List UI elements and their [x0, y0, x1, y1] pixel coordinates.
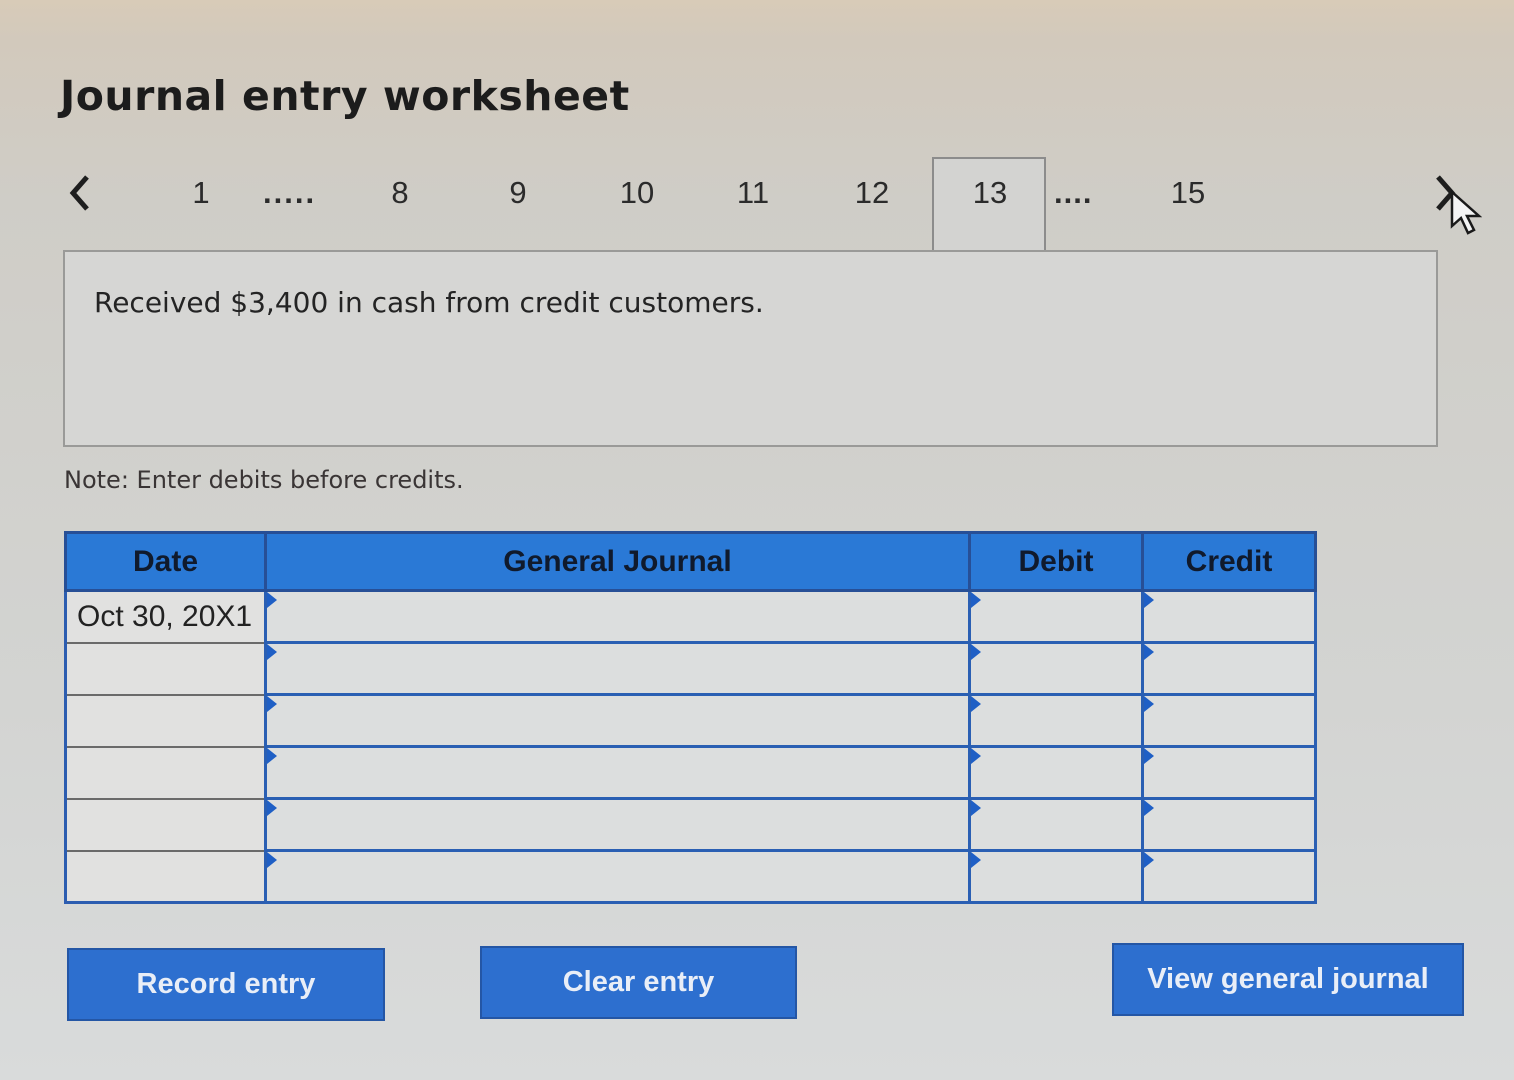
- debit-input[interactable]: [971, 696, 1141, 745]
- column-header-general-journal: General Journal: [264, 531, 971, 592]
- account-cell[interactable]: [264, 745, 971, 800]
- credit-input[interactable]: [1144, 696, 1314, 745]
- clear-entry-button[interactable]: Clear entry: [480, 946, 797, 1019]
- debit-input[interactable]: [971, 592, 1141, 641]
- flag-marker: [1144, 800, 1154, 816]
- credit-cell[interactable]: [1141, 849, 1317, 904]
- page-link[interactable]: 8: [370, 175, 430, 211]
- debit-cell[interactable]: [968, 589, 1144, 644]
- debit-input[interactable]: [971, 644, 1141, 693]
- page-link[interactable]: 12: [842, 175, 902, 211]
- flag-marker: [267, 592, 277, 608]
- account-input[interactable]: [267, 748, 968, 797]
- page-link-active[interactable]: 13: [960, 175, 1020, 211]
- debit-cell[interactable]: [968, 641, 1144, 696]
- column-header-credit: Credit: [1141, 531, 1317, 592]
- account-cell[interactable]: [264, 589, 971, 644]
- debit-cell[interactable]: [968, 693, 1144, 748]
- table-row: [64, 693, 1317, 748]
- account-cell[interactable]: [264, 693, 971, 748]
- credit-input[interactable]: [1144, 644, 1314, 693]
- pagination-ellipsis: ....: [1054, 175, 1093, 210]
- mouse-pointer-icon: [1450, 190, 1482, 235]
- flag-marker: [1144, 696, 1154, 712]
- credit-input[interactable]: [1144, 800, 1314, 849]
- credit-input[interactable]: [1144, 592, 1314, 641]
- account-input[interactable]: [267, 800, 968, 849]
- credit-cell[interactable]: [1141, 745, 1317, 800]
- credit-cell[interactable]: [1141, 641, 1317, 696]
- table-header-row: Date General Journal Debit Credit: [64, 531, 1317, 592]
- flag-marker: [267, 696, 277, 712]
- account-cell[interactable]: [264, 641, 971, 696]
- flag-marker: [971, 852, 981, 868]
- journal-table: Date General Journal Debit Credit Oct 30…: [64, 531, 1317, 904]
- table-row: [64, 641, 1317, 696]
- account-input[interactable]: [267, 852, 968, 901]
- pagination: 1 ..... 8 9 10 11 12 13 .... 15: [0, 155, 1514, 255]
- account-input[interactable]: [267, 592, 968, 641]
- flag-marker: [1144, 748, 1154, 764]
- flag-marker: [267, 852, 277, 868]
- flag-marker: [267, 748, 277, 764]
- account-input[interactable]: [267, 696, 968, 745]
- account-cell[interactable]: [264, 849, 971, 904]
- flag-marker: [971, 592, 981, 608]
- flag-marker: [267, 800, 277, 816]
- column-header-date: Date: [64, 531, 267, 592]
- date-cell: [64, 641, 267, 696]
- flag-marker: [971, 696, 981, 712]
- flag-marker: [1144, 644, 1154, 660]
- credit-input[interactable]: [1144, 748, 1314, 797]
- table-row: [64, 797, 1317, 852]
- note-text: Note: Enter debits before credits.: [64, 466, 464, 494]
- debit-input[interactable]: [971, 800, 1141, 849]
- flag-marker: [971, 748, 981, 764]
- date-cell: [64, 693, 267, 748]
- table-row: [64, 745, 1317, 800]
- column-header-debit: Debit: [968, 531, 1144, 592]
- table-row: Oct 30, 20X1: [64, 589, 1317, 644]
- credit-cell[interactable]: [1141, 693, 1317, 748]
- account-cell[interactable]: [264, 797, 971, 852]
- date-cell: [64, 849, 267, 904]
- flag-marker: [1144, 852, 1154, 868]
- page-link[interactable]: 1: [171, 175, 231, 211]
- flag-marker: [1144, 592, 1154, 608]
- credit-input[interactable]: [1144, 852, 1314, 901]
- page-link[interactable]: 9: [488, 175, 548, 211]
- debit-cell[interactable]: [968, 745, 1144, 800]
- debit-cell[interactable]: [968, 797, 1144, 852]
- debit-cell[interactable]: [968, 849, 1144, 904]
- date-cell: Oct 30, 20X1: [64, 589, 267, 644]
- transaction-description-box: [63, 250, 1438, 447]
- date-cell: [64, 745, 267, 800]
- credit-cell[interactable]: [1141, 589, 1317, 644]
- page-title: Journal entry worksheet: [60, 72, 630, 120]
- date-cell: [64, 797, 267, 852]
- debit-input[interactable]: [971, 748, 1141, 797]
- view-general-journal-button[interactable]: View general journal: [1112, 943, 1464, 1016]
- flag-marker: [971, 644, 981, 660]
- page-link[interactable]: 11: [723, 175, 783, 211]
- transaction-description: Received $3,400 in cash from credit cust…: [94, 286, 764, 319]
- pagination-ellipsis: .....: [263, 175, 317, 210]
- flag-marker: [267, 644, 277, 660]
- record-entry-button[interactable]: Record entry: [67, 948, 385, 1021]
- debit-input[interactable]: [971, 852, 1141, 901]
- table-row: [64, 849, 1317, 904]
- flag-marker: [971, 800, 981, 816]
- credit-cell[interactable]: [1141, 797, 1317, 852]
- page-link[interactable]: 10: [607, 175, 667, 211]
- page-link[interactable]: 15: [1158, 175, 1218, 211]
- account-input[interactable]: [267, 644, 968, 693]
